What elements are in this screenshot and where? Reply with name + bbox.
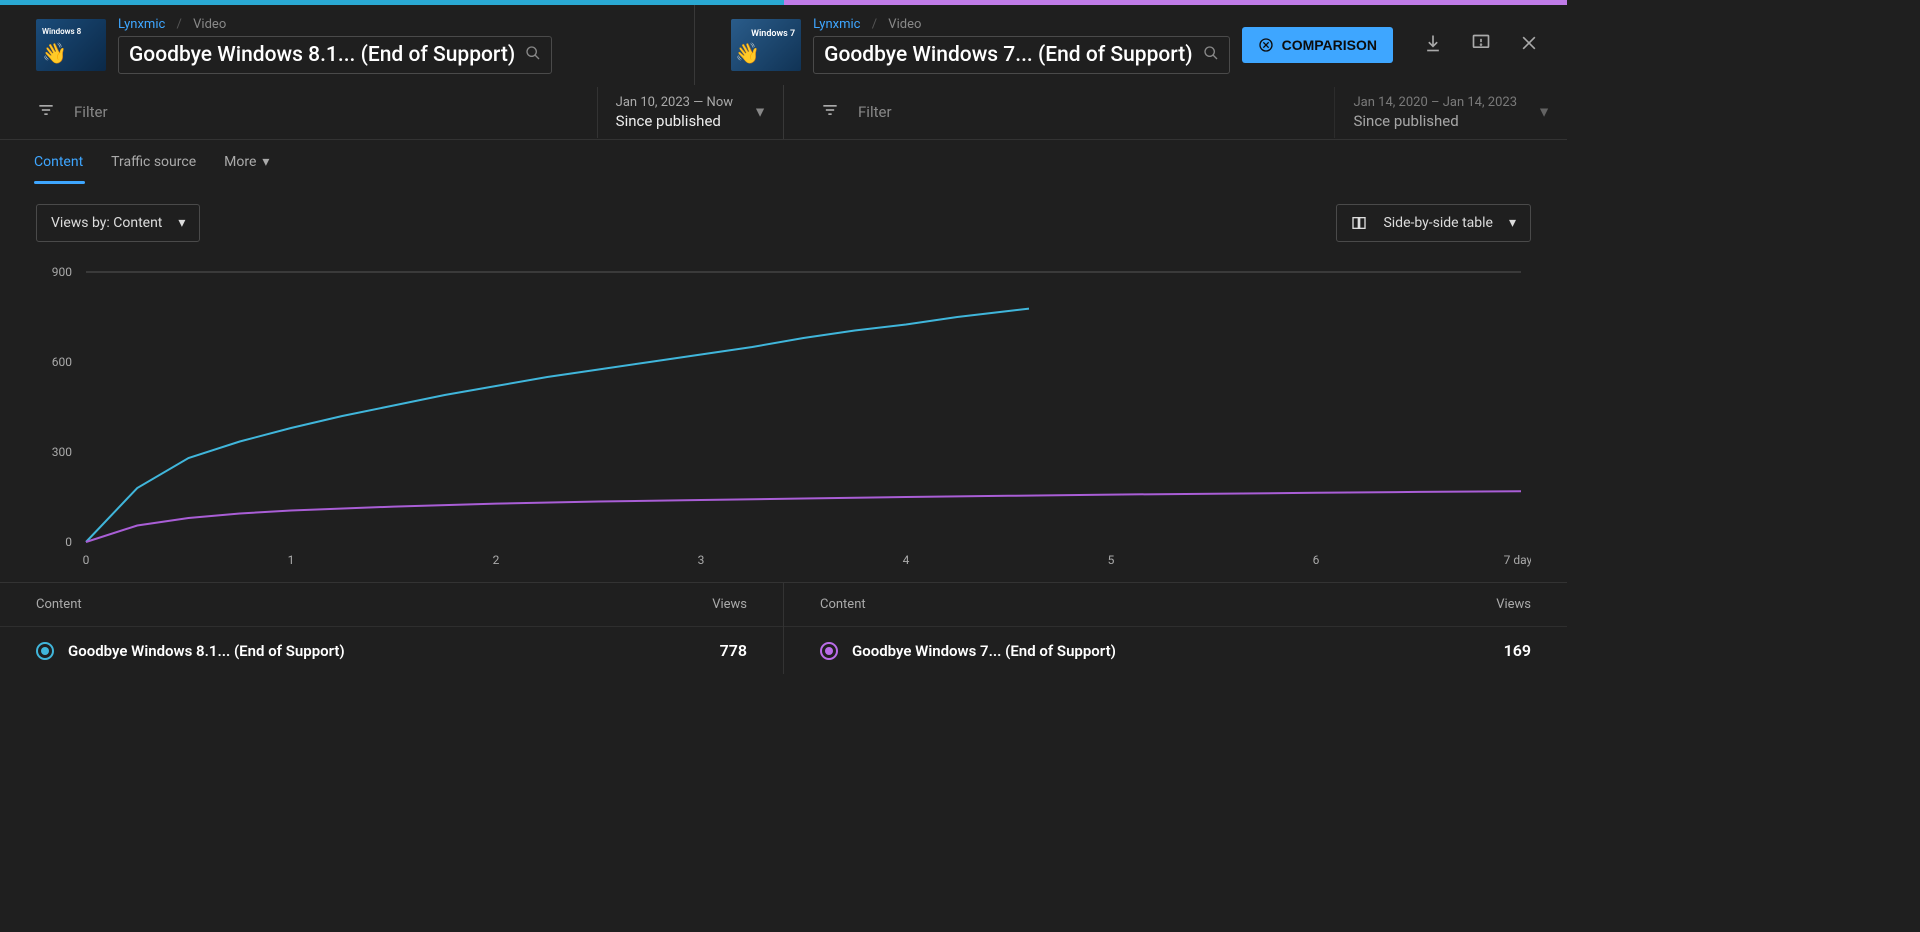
svg-text:5: 5 <box>1108 553 1115 567</box>
tab-content[interactable]: Content <box>34 142 83 182</box>
side-by-side-label: Side-by-side table <box>1383 215 1493 231</box>
svg-text:7 days: 7 days <box>1504 553 1531 567</box>
comparison-button[interactable]: COMPARISON <box>1242 27 1393 63</box>
wave-emoji-icon: 👋 <box>42 41 67 65</box>
wave-emoji-icon: 👋 <box>735 41 760 65</box>
series-radio-right[interactable] <box>820 642 838 660</box>
series-radio-left[interactable] <box>36 642 54 660</box>
left-video-title: Goodbye Windows 8.1... (End of Support) <box>129 43 515 67</box>
table-left-views: 778 <box>627 641 747 660</box>
comparison-button-label: COMPARISON <box>1282 37 1377 53</box>
svg-text:600: 600 <box>52 355 72 369</box>
svg-text:3: 3 <box>698 553 705 567</box>
table-left-header: Content Views <box>0 583 783 627</box>
table-right-pane: Content Views Goodbye Windows 7... (End … <box>783 583 1567 674</box>
right-filter-input-area[interactable]: Filter <box>784 100 1334 124</box>
table-left-row[interactable]: Goodbye Windows 8.1... (End of Support) … <box>0 627 783 674</box>
th-views: Views <box>627 597 747 612</box>
feedback-icon[interactable] <box>1471 33 1491 57</box>
svg-text:4: 4 <box>903 553 910 567</box>
search-icon[interactable] <box>1203 45 1219 65</box>
left-filter-placeholder: Filter <box>74 103 108 121</box>
right-date-range: Jan 14, 2020 – Jan 14, 2023 <box>1353 95 1517 110</box>
right-filter-pane: Filter Jan 14, 2020 – Jan 14, 2023 Since… <box>784 85 1567 139</box>
left-title-block: Lynxmic / Video Goodbye Windows 8.1... (… <box>118 17 552 74</box>
table-right-row[interactable]: Goodbye Windows 7... (End of Support) 16… <box>784 627 1567 674</box>
close-icon[interactable] <box>1519 33 1539 57</box>
chevron-down-icon: ▾ <box>262 154 269 170</box>
right-video-title: Goodbye Windows 7... (End of Support) <box>824 43 1192 67</box>
close-circle-icon <box>1258 37 1274 53</box>
breadcrumb-sep: / <box>872 17 877 32</box>
right-video-thumbnail[interactable]: 👋 Windows 7 <box>731 19 801 71</box>
breadcrumb-sep: / <box>177 17 182 32</box>
left-pane-header: Windows 8 👋 Lynxmic / Video Goodbye Wind… <box>0 17 694 74</box>
table-right-views: 169 <box>1411 641 1531 660</box>
radio-dot <box>825 647 833 655</box>
right-pane-header: 👋 Windows 7 Lynxmic / Video Goodbye Wind… <box>695 17 1411 74</box>
svg-text:2: 2 <box>493 553 500 567</box>
side-by-side-icon <box>1351 215 1367 231</box>
left-title-box[interactable]: Goodbye Windows 8.1... (End of Support) <box>118 36 552 74</box>
left-breadcrumb: Lynxmic / Video <box>118 17 552 32</box>
header-row: Windows 8 👋 Lynxmic / Video Goodbye Wind… <box>0 5 1567 85</box>
tab-more-label: More <box>224 154 256 170</box>
chart-area: 0 300 600 900 0 1 2 3 4 5 6 7 days <box>0 252 1567 572</box>
left-filter-pane: Filter Jan 10, 2023 — Now Since publishe… <box>0 85 783 139</box>
table-right-header: Content Views <box>784 583 1567 627</box>
radio-dot <box>41 647 49 655</box>
left-date-picker[interactable]: Jan 10, 2023 — Now Since published ▼ <box>597 87 783 138</box>
filter-row: Filter Jan 10, 2023 — Now Since publishe… <box>0 85 1567 140</box>
table-right-title: Goodbye Windows 7... (End of Support) <box>852 642 1411 660</box>
views-by-dropdown[interactable]: Views by: Content ▾ <box>36 204 200 242</box>
side-by-side-dropdown[interactable]: Side-by-side table ▾ <box>1336 204 1531 242</box>
comparison-table: Content Views Goodbye Windows 8.1... (En… <box>0 582 1567 674</box>
th-content: Content <box>36 597 627 612</box>
filter-icon <box>36 100 56 124</box>
th-content: Content <box>820 597 1411 612</box>
tab-traffic-label: Traffic source <box>111 154 196 170</box>
download-icon[interactable] <box>1423 33 1443 57</box>
svg-text:1: 1 <box>288 553 295 567</box>
right-breadcrumb-type: Video <box>888 17 921 32</box>
right-date-label: Since published <box>1353 112 1517 130</box>
tab-content-label: Content <box>34 154 83 170</box>
right-filter-placeholder: Filter <box>858 103 892 121</box>
thumb-os-label: Windows 8 <box>42 27 81 36</box>
controls-row: Views by: Content ▾ Side-by-side table ▾ <box>0 184 1567 252</box>
views-chart[interactable]: 0 300 600 900 0 1 2 3 4 5 6 7 days <box>36 262 1531 572</box>
right-title-box[interactable]: Goodbye Windows 7... (End of Support) <box>813 36 1229 74</box>
chevron-down-icon: ▼ <box>1537 104 1551 121</box>
tab-more[interactable]: More ▾ <box>224 142 269 182</box>
left-date-range: Jan 10, 2023 — Now <box>616 95 733 110</box>
left-filter-input-area[interactable]: Filter <box>0 100 597 124</box>
table-left-pane: Content Views Goodbye Windows 8.1... (En… <box>0 583 783 674</box>
left-breadcrumb-type: Video <box>193 17 226 32</box>
left-breadcrumb-channel[interactable]: Lynxmic <box>118 17 165 32</box>
tab-traffic-source[interactable]: Traffic source <box>111 142 196 182</box>
svg-text:6: 6 <box>1313 553 1320 567</box>
left-date-label: Since published <box>616 112 733 130</box>
svg-text:0: 0 <box>65 535 72 549</box>
thumb-os-label: Windows 7 <box>751 29 795 39</box>
search-icon[interactable] <box>525 45 541 65</box>
table-left-title: Goodbye Windows 8.1... (End of Support) <box>68 642 627 660</box>
tabs-row: Content Traffic source More ▾ <box>0 140 1567 184</box>
th-views: Views <box>1411 597 1531 612</box>
filter-icon <box>820 100 840 124</box>
svg-text:300: 300 <box>52 445 72 459</box>
chevron-down-icon: ▾ <box>178 215 185 231</box>
chevron-down-icon: ▾ <box>1509 215 1516 231</box>
svg-text:0: 0 <box>83 553 90 567</box>
chevron-down-icon: ▼ <box>753 104 767 121</box>
right-breadcrumb: Lynxmic / Video <box>813 17 1229 32</box>
left-video-thumbnail[interactable]: Windows 8 👋 <box>36 19 106 71</box>
right-title-block: Lynxmic / Video Goodbye Windows 7... (En… <box>813 17 1229 74</box>
svg-text:900: 900 <box>52 265 72 279</box>
views-by-label: Views by: Content <box>51 215 162 231</box>
header-actions <box>1411 33 1567 57</box>
right-breadcrumb-channel[interactable]: Lynxmic <box>813 17 860 32</box>
right-date-picker[interactable]: Jan 14, 2020 – Jan 14, 2023 Since publis… <box>1334 87 1567 138</box>
